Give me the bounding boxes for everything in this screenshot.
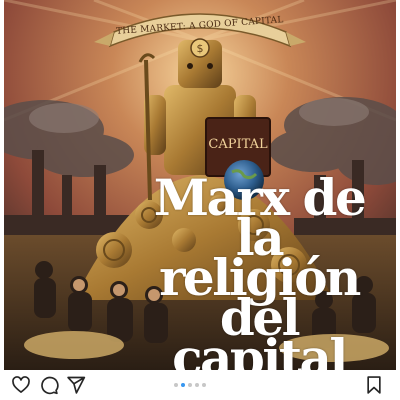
carousel-dot[interactable] <box>202 383 206 387</box>
carousel-indicator <box>174 383 206 387</box>
svg-text:$: $ <box>197 42 204 55</box>
comment-icon[interactable] <box>39 375 59 395</box>
carousel-dot[interactable] <box>188 383 192 387</box>
post-action-bar <box>0 370 400 400</box>
carousel-dot[interactable] <box>195 383 199 387</box>
book-title-text: CAPITAL <box>208 137 268 152</box>
send-icon[interactable] <box>66 375 86 395</box>
carousel-dot[interactable] <box>174 383 178 387</box>
heart-icon[interactable] <box>11 375 31 395</box>
headline-overlay: Marx de la religión del capital <box>134 173 384 371</box>
headline-line: capital <box>172 328 348 371</box>
post-image[interactable]: $ CAPITAL THE MARKET: A GOD OF CAPITAL M… <box>4 0 396 370</box>
instagram-post: $ CAPITAL THE MARKET: A GOD OF CAPITAL M… <box>0 0 400 400</box>
bookmark-icon[interactable] <box>364 375 384 395</box>
carousel-dot-active[interactable] <box>181 383 185 387</box>
